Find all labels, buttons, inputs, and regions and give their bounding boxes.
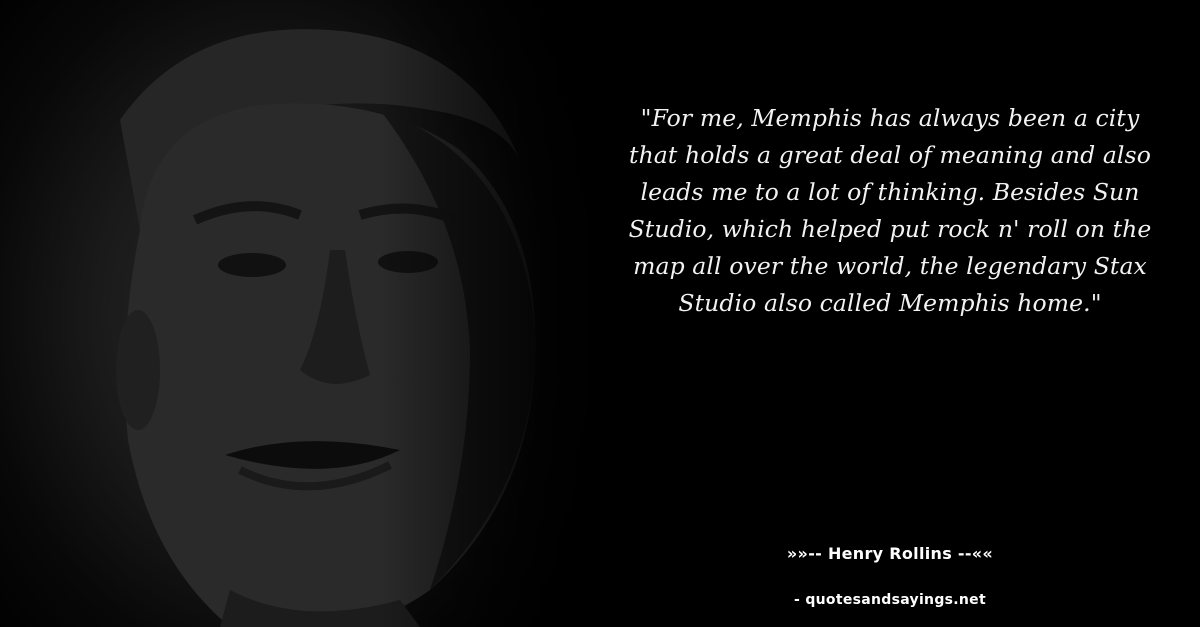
left-eye [218,253,286,277]
portrait-photo [0,0,640,627]
photo-fade-overlay [380,0,640,627]
source-credit: - quotesandsayings.net [794,592,986,608]
ear-shape [116,310,160,430]
quote-text: "For me, Memphis has always been a city … [628,104,1152,317]
author-line: »»-- Henry Rollins --«« [786,544,994,563]
quote-card: "For me, Memphis has always been a city … [0,0,1200,627]
